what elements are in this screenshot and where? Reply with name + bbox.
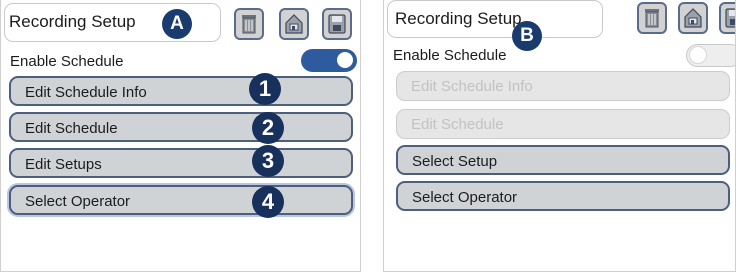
- enable-schedule-label: Enable Schedule: [10, 53, 124, 70]
- title-bar: Recording Setup: [387, 0, 603, 38]
- button-label: Select Operator: [25, 193, 131, 210]
- button-label: Edit Setups: [25, 156, 102, 173]
- button-label: Select Operator: [412, 189, 518, 206]
- load-schedule-icon: [285, 14, 303, 34]
- button-label: Edit Schedule: [411, 116, 504, 133]
- button-label: Edit Schedule Info: [411, 78, 533, 95]
- toggle-knob: [689, 46, 707, 64]
- save-button[interactable]: [322, 8, 352, 40]
- save-schedule-icon: [328, 14, 346, 34]
- delete-button[interactable]: [637, 2, 667, 34]
- save-button[interactable]: [719, 2, 735, 34]
- recording-setup-panel-a: Recording Setup A Enable Schedule Edit S…: [0, 0, 361, 272]
- button-label: Edit Schedule: [25, 120, 118, 137]
- edit-setups-button[interactable]: Edit Setups: [9, 148, 353, 178]
- delete-button[interactable]: [234, 8, 264, 40]
- page-title: Recording Setup: [395, 9, 522, 28]
- toggle-knob: [337, 52, 353, 68]
- edit-schedule-button[interactable]: Edit Schedule: [396, 109, 730, 139]
- panel-label-badge: B: [512, 21, 542, 51]
- step-number-badge: 2: [252, 112, 284, 144]
- load-button[interactable]: [678, 2, 708, 34]
- select-setup-button[interactable]: Select Setup: [396, 145, 730, 175]
- edit-schedule-info-button[interactable]: Edit Schedule Info: [396, 71, 730, 101]
- recording-setup-panel-b: Recording Setup B Enable Schedule Edit S…: [383, 0, 736, 272]
- enable-schedule-toggle[interactable]: [686, 44, 735, 67]
- button-label: Edit Schedule Info: [25, 84, 147, 101]
- trash-icon: [645, 9, 659, 28]
- enable-schedule-label: Enable Schedule: [393, 47, 507, 64]
- edit-schedule-button[interactable]: Edit Schedule: [9, 112, 353, 142]
- step-number-badge: 1: [249, 73, 281, 105]
- load-button[interactable]: [279, 8, 309, 40]
- trash-icon: [242, 15, 256, 34]
- panel-label-badge: A: [162, 9, 192, 39]
- load-schedule-icon: [684, 8, 702, 28]
- step-number-badge: 4: [252, 186, 284, 218]
- enable-schedule-toggle[interactable]: [301, 49, 357, 72]
- select-operator-button[interactable]: Select Operator: [396, 181, 730, 211]
- step-number-badge: 3: [252, 145, 284, 177]
- edit-schedule-info-button[interactable]: Edit Schedule Info: [9, 76, 353, 106]
- button-label: Select Setup: [412, 153, 498, 170]
- save-schedule-icon: [725, 8, 735, 28]
- page-title: Recording Setup: [9, 12, 136, 31]
- select-operator-button[interactable]: Select Operator: [9, 185, 353, 215]
